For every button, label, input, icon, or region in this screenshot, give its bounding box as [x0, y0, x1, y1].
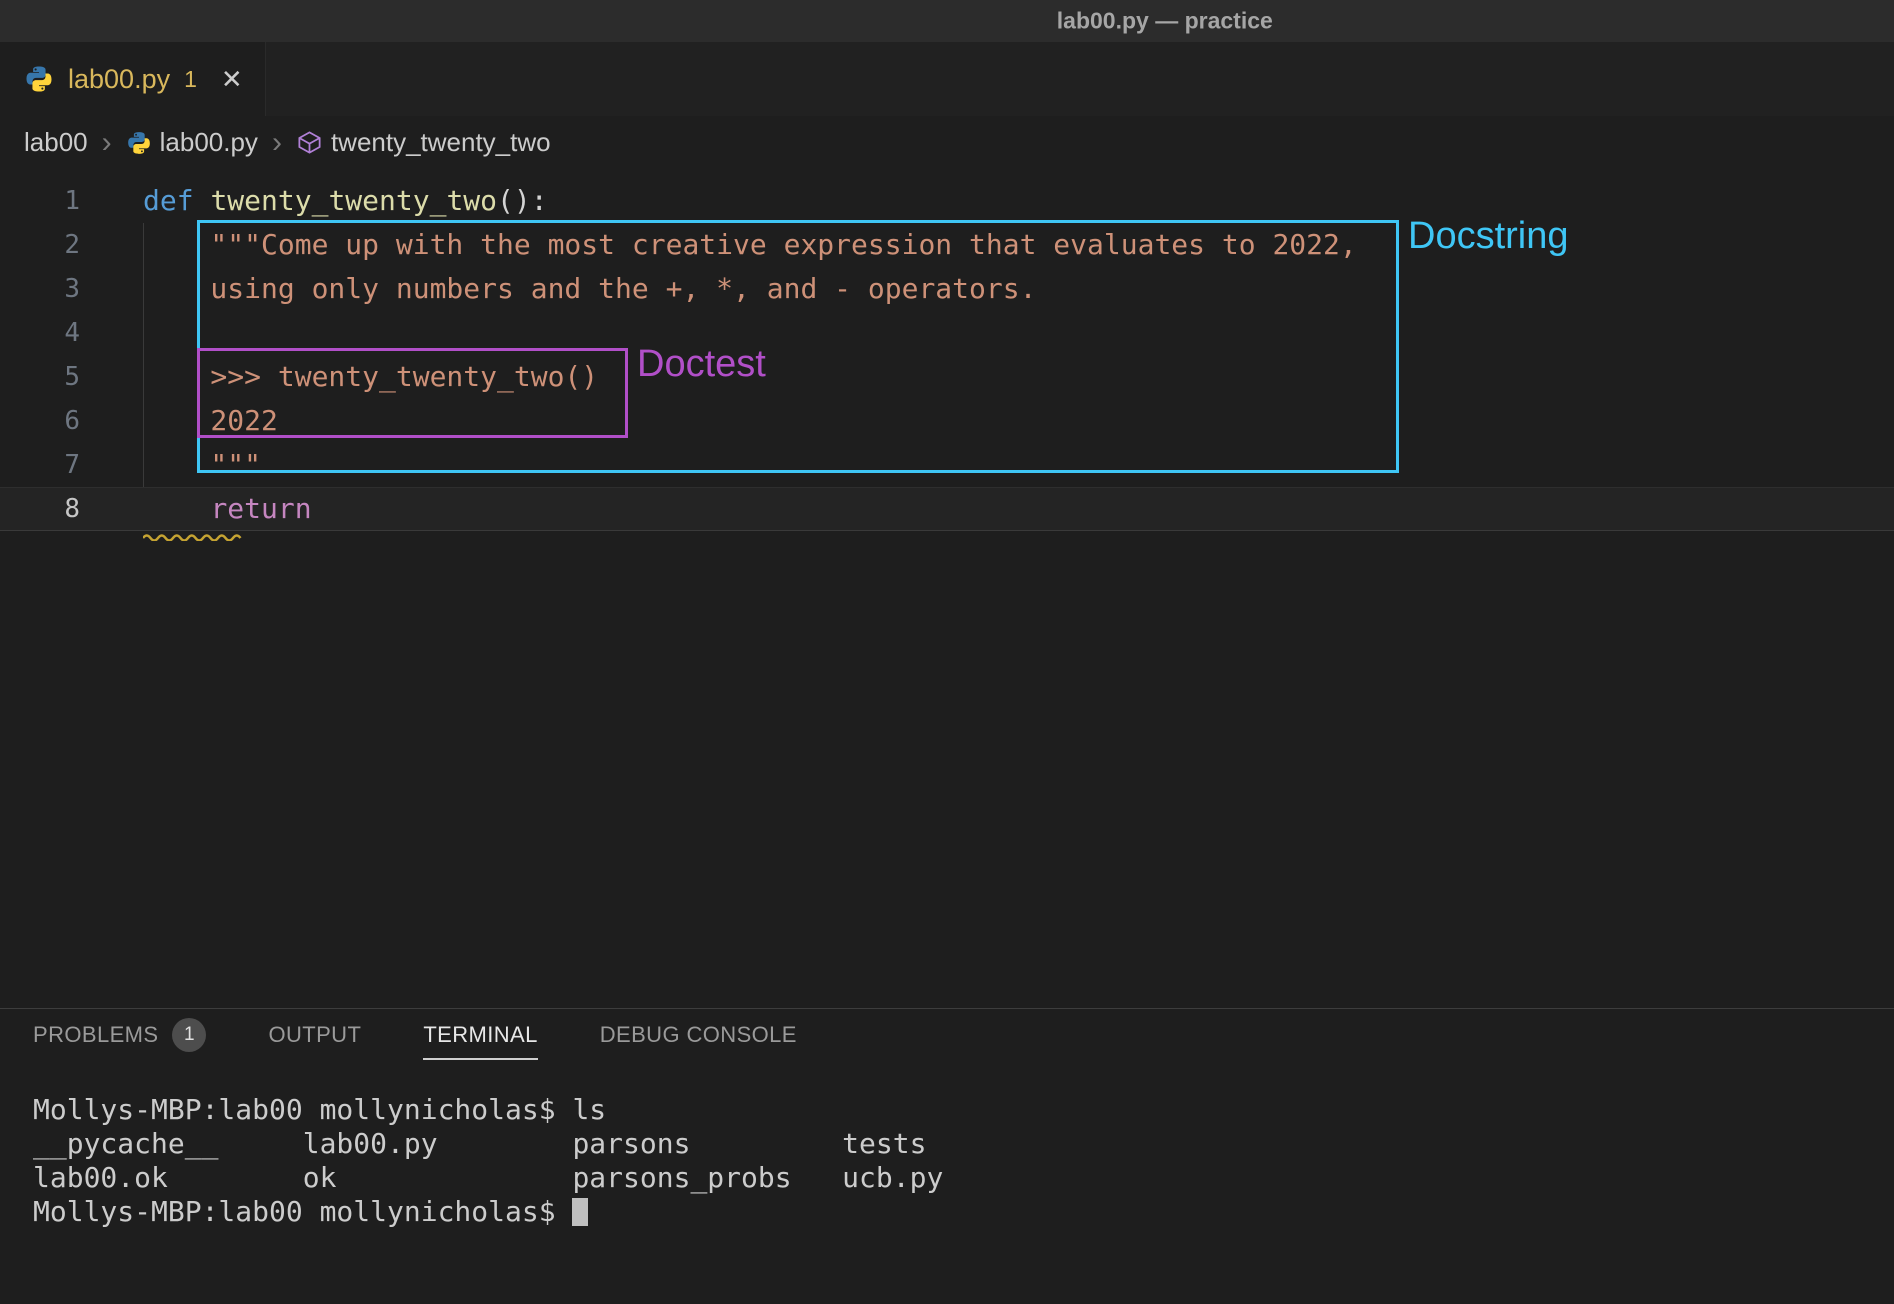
code-line-2[interactable]: 2 """Come up with the most creative expr…	[0, 223, 1894, 267]
tab-close-icon[interactable]: ✕	[221, 64, 243, 95]
line-number: 1	[0, 179, 80, 223]
terminal-line: __pycache__ lab00.py parsons tests	[33, 1127, 1894, 1161]
code-line-4[interactable]: 4	[0, 311, 1894, 355]
tab-lab00py[interactable]: lab00.py 1 ✕	[0, 42, 266, 116]
indent-guide	[143, 223, 144, 487]
window-title: lab00.py — practice	[1057, 8, 1273, 35]
chevron-right-icon: ›	[100, 128, 114, 158]
terminal-line: lab00.ok ok parsons_probs ucb.py	[33, 1161, 1894, 1195]
line-number: 7	[0, 443, 80, 487]
code-line-6[interactable]: 6 2022	[0, 399, 1894, 443]
tab-filename: lab00.py	[68, 64, 170, 95]
tab-terminal[interactable]: TERMINAL	[423, 1022, 537, 1060]
code-line-1[interactable]: 1 def twenty_twenty_two():	[0, 179, 1894, 223]
tab-problems[interactable]: PROBLEMS 1	[33, 1018, 206, 1064]
tab-problems-count: 1	[184, 66, 197, 93]
chevron-right-icon: ›	[270, 128, 284, 158]
doctest-annotation-label: Doctest	[637, 343, 766, 386]
line-number: 4	[0, 311, 80, 355]
tab-output[interactable]: OUTPUT	[268, 1022, 361, 1060]
code-line-8-active[interactable]: 8 return	[0, 487, 1894, 531]
code-line-7[interactable]: 7 """	[0, 443, 1894, 487]
breadcrumb-item-lab00py[interactable]: lab00.py	[126, 127, 258, 158]
code-editor[interactable]: 1 def twenty_twenty_two(): 2 """Come up …	[0, 169, 1894, 1008]
line-number: 6	[0, 399, 80, 443]
terminal-output[interactable]: Mollys-MBP:lab00 mollynicholas$ ls __pyc…	[0, 1073, 1894, 1229]
breadcrumb-item-symbol[interactable]: twenty_twenty_two	[296, 127, 551, 158]
problems-count-badge: 1	[172, 1018, 206, 1052]
code-line-3[interactable]: 3 using only numbers and the +, *, and -…	[0, 267, 1894, 311]
docstring-annotation-label: Docstring	[1408, 215, 1569, 258]
terminal-line: Mollys-MBP:lab00 mollynicholas$ ls	[33, 1093, 1894, 1127]
editor-tabstrip: lab00.py 1 ✕	[0, 42, 1894, 116]
line-number: 3	[0, 267, 80, 311]
breadcrumb: lab00 › lab00.py › twenty_twenty_two	[0, 116, 1894, 169]
tab-debug-console[interactable]: DEBUG CONSOLE	[600, 1022, 797, 1060]
panel-tabbar: PROBLEMS 1 OUTPUT TERMINAL DEBUG CONSOLE	[0, 1009, 1894, 1073]
line-number: 5	[0, 355, 80, 399]
python-icon	[126, 130, 152, 156]
python-icon	[24, 64, 54, 94]
line-number: 2	[0, 223, 80, 267]
window-titlebar: lab00.py — practice	[0, 0, 1894, 42]
code-line-5[interactable]: 5 >>> twenty_twenty_two()	[0, 355, 1894, 399]
warning-squiggle-icon	[143, 531, 243, 541]
line-number: 8	[0, 487, 80, 531]
terminal-prompt-line: Mollys-MBP:lab00 mollynicholas$	[33, 1195, 1894, 1229]
bottom-panel: PROBLEMS 1 OUTPUT TERMINAL DEBUG CONSOLE…	[0, 1008, 1894, 1304]
terminal-cursor	[572, 1198, 588, 1226]
symbol-cube-icon	[296, 129, 323, 156]
breadcrumb-item-lab00[interactable]: lab00	[24, 127, 88, 158]
